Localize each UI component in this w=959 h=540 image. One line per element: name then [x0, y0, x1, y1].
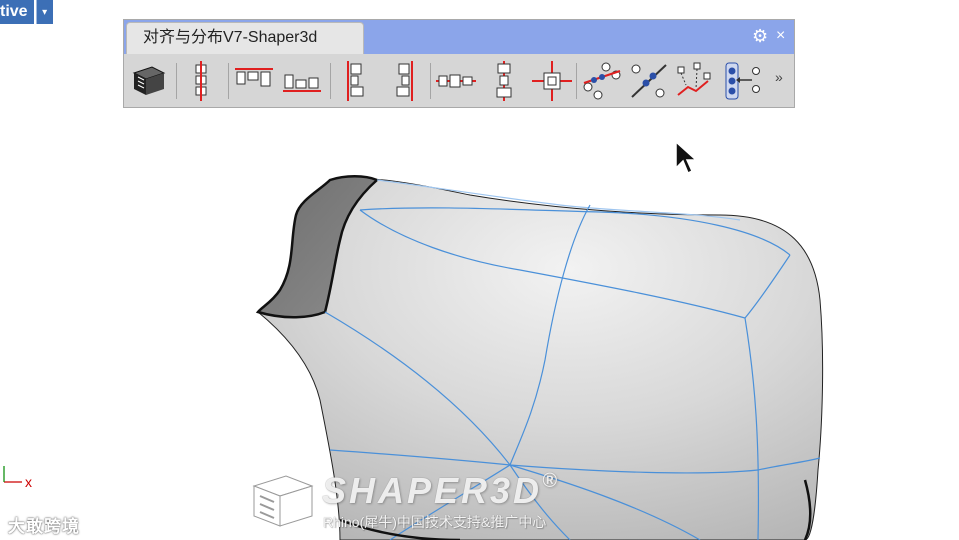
channel-watermark: 大敢跨境: [8, 512, 80, 537]
viewport-dropdown-icon[interactable]: ▾: [35, 0, 53, 24]
brand-name: SHAPER3D: [322, 470, 543, 511]
viewport-title-tab[interactable]: tive ▾: [0, 0, 53, 24]
align-center-icon[interactable]: [530, 59, 574, 103]
world-axis-icon: x: [3, 466, 32, 490]
align-bottom-icon[interactable]: [280, 59, 324, 103]
brand-watermark: SHAPER3D®: [322, 470, 560, 512]
distribute-curve-icon[interactable]: [580, 59, 624, 103]
toolbar-buttons: »: [124, 55, 794, 107]
distribute-points-icon[interactable]: [672, 59, 716, 103]
align-distribute-toolbar: 对齐与分布V7-Shaper3d ⚙ × »: [123, 19, 795, 108]
overflow-chevron-icon[interactable]: »: [775, 69, 783, 85]
registered-mark: ®: [542, 470, 560, 492]
toolbar-tab[interactable]: 对齐与分布V7-Shaper3d: [126, 22, 364, 54]
channel-name: 大敢跨境: [8, 517, 80, 536]
mouse-cursor-icon: [675, 140, 698, 175]
align-vertical-center-icon[interactable]: [180, 59, 224, 103]
align-left-icon[interactable]: [334, 59, 378, 103]
align-to-object-icon[interactable]: [720, 59, 764, 103]
align-right-icon[interactable]: [382, 59, 426, 103]
brand-subtitle: Rhino(犀牛)中国技术支持&推广中心: [323, 514, 547, 530]
shaper3d-logo-icon: [252, 475, 314, 527]
align-vertical-stack-icon[interactable]: [482, 59, 526, 103]
align-horizontal-center-icon[interactable]: [434, 59, 478, 103]
axis-x-label: x: [25, 474, 32, 490]
align-top-icon[interactable]: [232, 59, 276, 103]
close-icon[interactable]: ×: [776, 27, 790, 45]
viewport-name[interactable]: tive: [0, 0, 34, 24]
rhino-box-icon[interactable]: [126, 59, 170, 103]
distribute-evenly-icon[interactable]: [626, 59, 670, 103]
gear-icon[interactable]: ⚙: [752, 27, 770, 45]
